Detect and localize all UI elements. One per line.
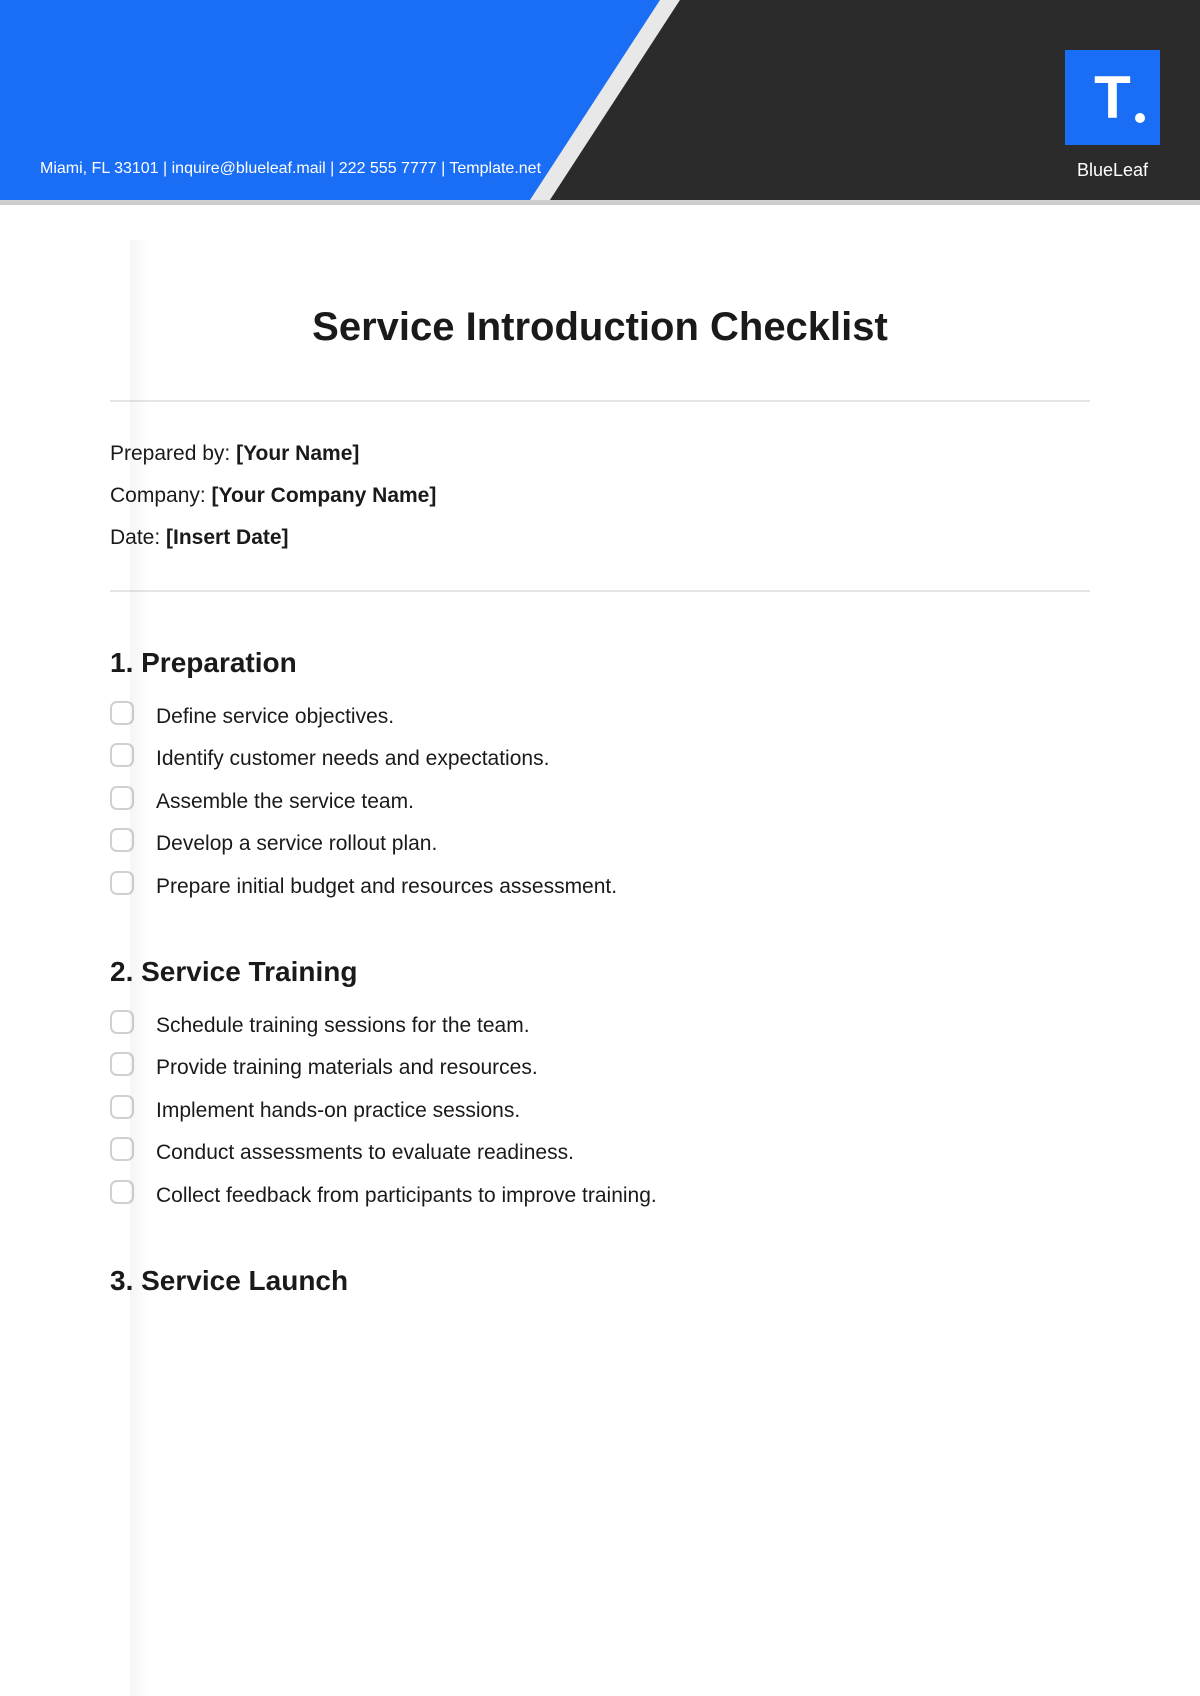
list-item: Conduct assessments to evaluate readines… <box>110 1137 1090 1167</box>
meta-date: Date: [Insert Date] <box>110 526 1090 550</box>
meta-company-label: Company: <box>110 484 212 507</box>
check-text: Schedule training sessions for the team. <box>156 1010 530 1040</box>
logo-box: T <box>1065 50 1160 145</box>
document-title: Service Introduction Checklist <box>110 305 1090 350</box>
section-heading-launch: 3. Service Launch <box>110 1265 1090 1297</box>
meta-date-value: [Insert Date] <box>166 526 289 549</box>
document-content: Service Introduction Checklist Prepared … <box>0 205 1200 1297</box>
check-text: Collect feedback from participants to im… <box>156 1180 657 1210</box>
check-text: Provide training materials and resources… <box>156 1052 538 1082</box>
checkbox-icon[interactable] <box>110 786 134 810</box>
header-brand: T BlueLeaf <box>1065 50 1160 181</box>
checkbox-icon[interactable] <box>110 1010 134 1034</box>
check-text: Implement hands-on practice sessions. <box>156 1095 520 1125</box>
meta-company-value: [Your Company Name] <box>212 484 437 507</box>
divider-top <box>110 400 1090 402</box>
meta-prepared-by: Prepared by: [Your Name] <box>110 442 1090 466</box>
checkbox-icon[interactable] <box>110 828 134 852</box>
list-item: Prepare initial budget and resources ass… <box>110 871 1090 901</box>
logo-dot-icon <box>1135 113 1145 123</box>
list-item: Assemble the service team. <box>110 786 1090 816</box>
header-contact-info: Miami, FL 33101 | inquire@blueleaf.mail … <box>40 160 541 178</box>
check-text: Develop a service rollout plan. <box>156 828 437 858</box>
section-service-training: 2. Service Training Schedule training se… <box>110 956 1090 1210</box>
section-heading-preparation: 1. Preparation <box>110 647 1090 679</box>
list-item: Define service objectives. <box>110 701 1090 731</box>
list-item: Collect feedback from participants to im… <box>110 1180 1090 1210</box>
checkbox-icon[interactable] <box>110 1095 134 1119</box>
list-item: Schedule training sessions for the team. <box>110 1010 1090 1040</box>
section-heading-training: 2. Service Training <box>110 956 1090 988</box>
meta-block: Prepared by: [Your Name] Company: [Your … <box>110 442 1090 550</box>
checkbox-icon[interactable] <box>110 743 134 767</box>
check-text: Conduct assessments to evaluate readines… <box>156 1137 574 1167</box>
list-item: Implement hands-on practice sessions. <box>110 1095 1090 1125</box>
checkbox-icon[interactable] <box>110 1052 134 1076</box>
check-text: Prepare initial budget and resources ass… <box>156 871 617 901</box>
meta-prepared-label: Prepared by: <box>110 442 236 465</box>
section-preparation: 1. Preparation Define service objectives… <box>110 647 1090 901</box>
meta-date-label: Date: <box>110 526 166 549</box>
checkbox-icon[interactable] <box>110 1180 134 1204</box>
header-banner: Miami, FL 33101 | inquire@blueleaf.mail … <box>0 0 1200 205</box>
check-text: Identify customer needs and expectations… <box>156 743 549 773</box>
checkbox-icon[interactable] <box>110 1137 134 1161</box>
checkbox-icon[interactable] <box>110 701 134 725</box>
list-item: Provide training materials and resources… <box>110 1052 1090 1082</box>
section-service-launch: 3. Service Launch <box>110 1265 1090 1297</box>
list-item: Develop a service rollout plan. <box>110 828 1090 858</box>
check-text: Assemble the service team. <box>156 786 414 816</box>
logo-letter-icon: T <box>1094 68 1131 128</box>
meta-prepared-value: [Your Name] <box>236 442 359 465</box>
brand-name: BlueLeaf <box>1065 160 1160 181</box>
divider-mid <box>110 590 1090 592</box>
check-text: Define service objectives. <box>156 701 394 731</box>
checkbox-icon[interactable] <box>110 871 134 895</box>
meta-company: Company: [Your Company Name] <box>110 484 1090 508</box>
banner-gray-bar <box>0 200 1200 205</box>
list-item: Identify customer needs and expectations… <box>110 743 1090 773</box>
